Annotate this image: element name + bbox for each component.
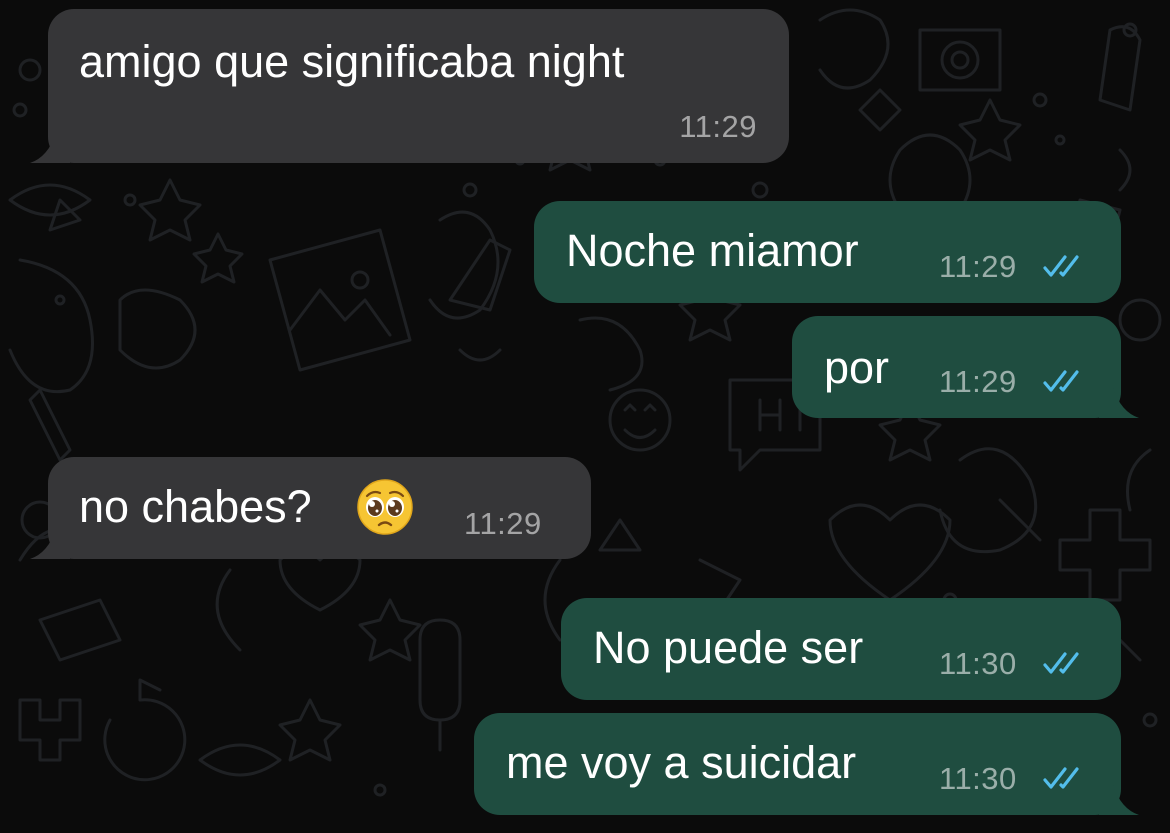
message-text: no chabes? bbox=[79, 481, 312, 532]
message-bubble-outgoing[interactable]: por 11:29 bbox=[792, 316, 1139, 418]
message-text: me voy a suicidar bbox=[506, 737, 857, 788]
message-timestamp: 11:29 bbox=[464, 506, 542, 541]
double-check-icon bbox=[1043, 370, 1079, 392]
message-timestamp: 11:30 bbox=[939, 646, 1017, 681]
message-text: por bbox=[824, 342, 890, 393]
double-check-icon bbox=[1043, 652, 1079, 674]
message-text: No puede ser bbox=[593, 622, 864, 673]
message-bubble-incoming[interactable]: no chabes? 11:29 bbox=[30, 457, 591, 559]
message-bubble-outgoing[interactable]: Noche miamor 11:29 bbox=[534, 201, 1121, 303]
message-timestamp: 11:29 bbox=[939, 364, 1017, 399]
pleading-face-emoji bbox=[357, 479, 413, 535]
message-timestamp: 11:29 bbox=[679, 109, 757, 144]
message-timestamp: 11:29 bbox=[939, 249, 1017, 284]
message-text: Noche miamor bbox=[566, 225, 859, 276]
double-check-icon bbox=[1043, 255, 1079, 277]
chat-view[interactable]: amigo que significaba night 11:29 Noche … bbox=[0, 0, 1170, 833]
bubble-tail bbox=[30, 529, 70, 559]
bubble-tail bbox=[30, 133, 70, 163]
message-bubble-incoming[interactable]: amigo que significaba night 11:29 bbox=[30, 9, 789, 163]
message-timestamp: 11:30 bbox=[939, 761, 1017, 796]
bubble-tail bbox=[1099, 388, 1139, 418]
message-bubble-outgoing[interactable]: No puede ser 11:30 bbox=[561, 598, 1121, 700]
double-check-icon bbox=[1043, 767, 1079, 789]
message-bubble-outgoing[interactable]: me voy a suicidar 11:30 bbox=[474, 713, 1139, 815]
bubble-tail bbox=[1099, 785, 1139, 815]
message-text: amigo que significaba night bbox=[79, 36, 625, 87]
